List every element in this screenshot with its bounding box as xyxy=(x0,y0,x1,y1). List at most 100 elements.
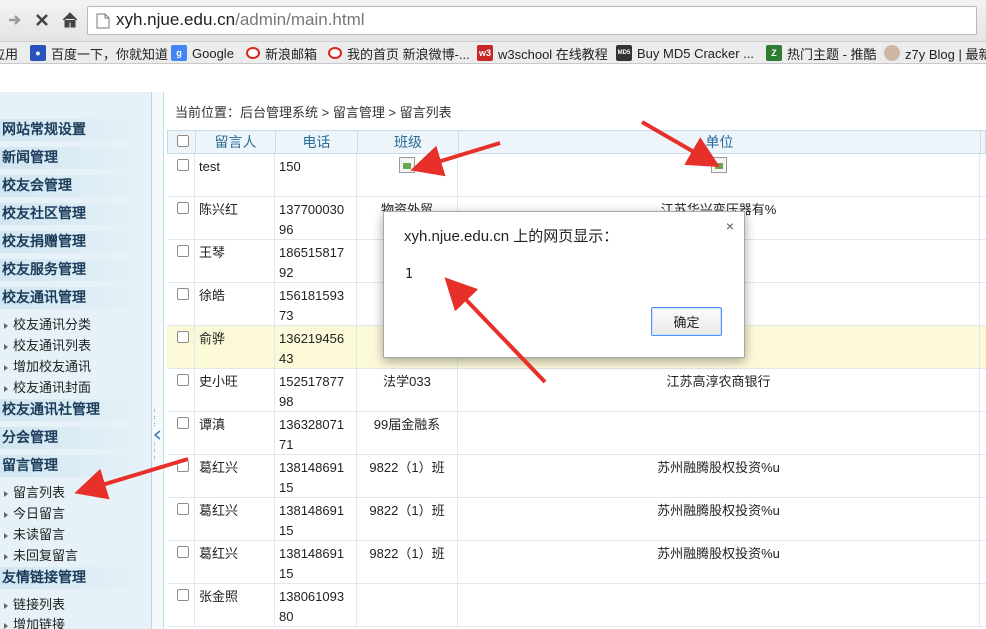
row-checkbox[interactable] xyxy=(177,417,189,429)
sidebar-item-link-add[interactable]: 增加链接 xyxy=(4,614,65,629)
phone-line-1: 138148691 xyxy=(279,546,345,561)
sidebar-item-newsletter-list[interactable]: 校友通讯列表 xyxy=(4,335,91,354)
home-icon[interactable] xyxy=(59,9,81,31)
bookmark-apps[interactable]: 应用 xyxy=(0,42,19,63)
bookmark-baidu[interactable]: ● 百度一下，你就知道 xyxy=(30,42,168,63)
table-row: 史小旺 152517877 98 法学033 江苏高淳农商银行 xyxy=(167,369,986,412)
address-bar[interactable]: xyh.njue.edu.cn/admin/main.html xyxy=(87,6,977,35)
baidu-paw-icon: ● xyxy=(30,45,46,61)
row-checkbox[interactable] xyxy=(177,245,189,257)
select-cell xyxy=(167,412,195,455)
sidebar-cat-messages[interactable]: 留言管理 xyxy=(0,455,151,477)
phone-line-2: 15 xyxy=(279,566,294,581)
name-cell: 谭滇 xyxy=(195,412,275,455)
sidebar-cat-donation[interactable]: 校友捐赠管理 xyxy=(0,231,151,253)
bookmark-label: 应用 xyxy=(0,46,19,62)
row-checkbox[interactable] xyxy=(177,288,189,300)
bookmark-md5[interactable]: MD5 Buy MD5 Cracker ... xyxy=(616,42,754,63)
select-cell xyxy=(167,240,195,283)
unit-cell: 苏州融腾股权投资%u xyxy=(458,541,980,584)
bookmark-sina-mail[interactable]: 新浪邮箱 xyxy=(246,42,317,63)
select-cell xyxy=(167,326,195,369)
sidebar-item-label: 今日留言 xyxy=(13,506,66,521)
bookmark-weibo[interactable]: 我的首页 新浪微博-... xyxy=(328,42,470,63)
sidebar-item-newsletter-add[interactable]: 增加校友通讯 xyxy=(4,356,91,375)
dialog-message: 1 xyxy=(405,267,413,282)
table-row: 葛红兴 138148691 15 9822（1）班 苏州融腾股权投资%u xyxy=(167,455,986,498)
row-checkbox[interactable] xyxy=(177,546,189,558)
sidebar-item-newsletter-cover[interactable]: 校友通讯封面 xyxy=(4,377,91,396)
broken-image-icon xyxy=(710,157,727,173)
sidebar-item-message-list[interactable]: 留言列表 xyxy=(4,482,65,501)
sidebar-cat-site[interactable]: 网站常规设置 xyxy=(0,119,151,141)
bookmark-tuicool[interactable]: Z 热门主题 - 推酷 xyxy=(766,42,877,63)
name-cell: 张金照 xyxy=(195,584,275,627)
collapse-handle-icon[interactable] xyxy=(154,409,161,469)
row-checkbox[interactable] xyxy=(177,331,189,343)
sidebar-item-message-unread[interactable]: 未读留言 xyxy=(4,524,65,543)
sidebar-cat-newsletter[interactable]: 校友通讯管理 xyxy=(0,287,151,309)
close-icon[interactable]: × xyxy=(726,218,734,234)
phone-line-2: 43 xyxy=(279,351,294,366)
sidebar-cat-community[interactable]: 校友社区管理 xyxy=(0,203,151,225)
unit-cell xyxy=(458,412,980,455)
sidebar-cat-links[interactable]: 友情链接管理 xyxy=(0,567,151,589)
phone-line-2: 80 xyxy=(279,609,294,624)
sidebar-cat-newsletter-society[interactable]: 校友通讯社管理 xyxy=(0,399,151,421)
stop-icon[interactable] xyxy=(31,9,53,31)
bookmark-label: 我的首页 新浪微博-... xyxy=(347,46,470,62)
phone-line-2: 96 xyxy=(279,222,294,237)
header-class: 班级 xyxy=(358,131,459,153)
select-all-checkbox[interactable] xyxy=(177,135,189,147)
class-cell xyxy=(357,584,458,627)
ok-button[interactable]: 确定 xyxy=(651,307,722,336)
phone-cell: 138148691 15 xyxy=(275,498,357,541)
row-checkbox[interactable] xyxy=(177,159,189,171)
bookmark-w3school[interactable]: w3 w3school 在线教程 xyxy=(477,42,608,63)
phone-line-2: 73 xyxy=(279,308,294,323)
phone-cell: 138148691 15 xyxy=(275,455,357,498)
sidebar-cat-branch[interactable]: 分会管理 xyxy=(0,427,151,449)
md5-icon: MD5 xyxy=(616,45,632,61)
sidebar-cat-service[interactable]: 校友服务管理 xyxy=(0,259,151,281)
phone-line-1: 136219456 xyxy=(279,331,345,346)
row-checkbox[interactable] xyxy=(177,503,189,515)
row-checkbox[interactable] xyxy=(177,589,189,601)
sidebar-item-message-unreplied[interactable]: 未回复留言 xyxy=(4,545,78,564)
sidebar-cat-alumni[interactable]: 校友会管理 xyxy=(0,175,151,197)
alert-dialog: xyh.njue.edu.cn 上的网页显示： × 1 确定 xyxy=(383,211,745,358)
name-cell: 徐皓 xyxy=(195,283,275,326)
sidebar-item-message-today[interactable]: 今日留言 xyxy=(4,503,65,522)
forward-icon[interactable] xyxy=(4,9,26,31)
triangle-icon xyxy=(4,553,8,560)
sidebar-item-link-list[interactable]: 链接列表 xyxy=(4,594,65,613)
bookmark-label: 热门主题 - 推酷 xyxy=(787,46,877,62)
weibo-eye-icon xyxy=(328,47,342,59)
phone-line-1: 152517877 xyxy=(279,374,345,389)
bookmark-label: w3school 在线教程 xyxy=(498,46,608,62)
phone-line-1: 138061093 xyxy=(279,589,345,604)
row-checkbox[interactable] xyxy=(177,374,189,386)
sidebar-item-label: 校友通讯分类 xyxy=(13,317,92,332)
phone-cell: 152517877 98 xyxy=(275,369,357,412)
sidebar-item-label: 未读留言 xyxy=(13,527,66,542)
sidebar-item-newsletter-category[interactable]: 校友通讯分类 xyxy=(4,314,91,333)
sidebar-splitter[interactable] xyxy=(152,92,164,629)
phone-line-2: 71 xyxy=(279,437,294,452)
row-checkbox[interactable] xyxy=(177,460,189,472)
triangle-icon xyxy=(4,364,8,371)
name-cell: 葛红兴 xyxy=(195,455,275,498)
class-cell: 99届金融系 xyxy=(357,412,458,455)
triangle-icon xyxy=(4,385,8,392)
header-phone: 电话 xyxy=(276,131,358,153)
unit-cell xyxy=(458,154,980,197)
triangle-icon xyxy=(4,511,8,518)
bookmark-google[interactable]: g Google xyxy=(171,42,234,63)
bookmark-label: z7y Blog | 最新 xyxy=(905,46,986,62)
table-row: 葛红兴 138148691 15 9822（1）班 苏州融腾股权投资%u xyxy=(167,541,986,584)
unit-cell: 苏州融腾股权投资%u xyxy=(458,498,980,541)
row-checkbox[interactable] xyxy=(177,202,189,214)
bookmark-z7y[interactable]: z7y Blog | 最新 xyxy=(884,42,986,63)
header-select xyxy=(168,131,196,153)
sidebar-cat-news[interactable]: 新闻管理 xyxy=(0,147,151,169)
